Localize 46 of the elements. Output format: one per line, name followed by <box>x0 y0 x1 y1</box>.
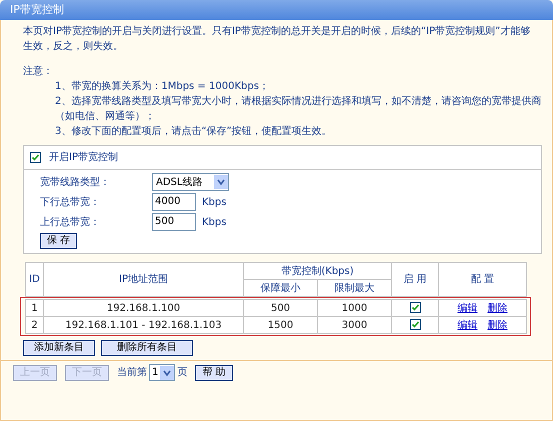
unit-label: Kbps <box>202 196 226 210</box>
page-select[interactable]: 1 <box>149 364 176 381</box>
notice-heading: 注意： <box>23 64 54 79</box>
edit-link[interactable]: 编辑 <box>458 302 478 314</box>
column-header: 启 用 <box>392 262 439 296</box>
edit-link[interactable]: 编辑 <box>458 320 478 330</box>
save-button[interactable]: 保 存 <box>40 233 78 249</box>
notice-item: 3、修改下面的配置项后，请点击“保存”按钮，使配置项生效。 <box>54 124 333 139</box>
column-header: 带宽控制(Kbps) <box>244 262 392 280</box>
enabled-checkbox[interactable] <box>410 319 420 330</box>
table-cell: 500 <box>244 300 318 316</box>
column-header: 限制最大 <box>318 280 392 296</box>
delete-link[interactable]: 删除 <box>488 302 508 314</box>
checkbox-label: 开启IP带宽控制 <box>49 150 118 165</box>
field-label: 上行总带宽： <box>40 216 101 230</box>
bandwidth-input[interactable]: 500 <box>152 213 196 231</box>
caret-icon <box>160 366 174 380</box>
caret-icon <box>214 175 228 189</box>
table-cell: 1 <box>26 300 44 316</box>
field-label: 下行总带宽： <box>40 196 101 210</box>
window-title: IP带宽控制 <box>0 0 553 20</box>
table-cell: 3000 <box>318 316 392 334</box>
intro-paragraph: 本页对IP带宽控制的开启与关闭进行设置。只有IP带宽控制的总开关是开启的时候，后续的“IP带宽控制规则”才能够生效，反之，则失效。 <box>23 24 532 54</box>
table-cell: 2 <box>26 316 44 334</box>
page-suffix: 页 <box>177 366 188 380</box>
enabled-checkbox[interactable] <box>410 302 420 314</box>
bandwidth-input[interactable]: 4000 <box>152 193 196 211</box>
action-button[interactable]: 添加新条目 <box>23 340 95 356</box>
column-header: IP地址范围 <box>44 262 244 296</box>
table-cell: 1000 <box>318 300 392 316</box>
unit-label: Kbps <box>202 216 226 230</box>
notice-item: 2、选择宽带线路类型及填写带宽大小时，请根据实际情况进行选择和填写，如不清楚，请咨询您的宽带提供商（如电信、网通等）； <box>54 94 542 124</box>
table-cell: 1500 <box>244 316 318 334</box>
table-cell: 192.168.1.100 <box>44 300 244 316</box>
column-header: 保障最小 <box>244 280 318 296</box>
table-cell: 192.168.1.101 - 192.168.1.103 <box>44 316 244 334</box>
line-type-select[interactable]: ADSL线路 <box>152 173 229 191</box>
enable-checkbox[interactable] <box>30 152 41 163</box>
column-header: ID <box>26 262 44 296</box>
column-header: 配 置 <box>438 262 527 296</box>
help-button[interactable]: 帮 助 <box>195 364 233 380</box>
page-prefix: 当前第 <box>117 366 147 380</box>
delete-link[interactable]: 删除 <box>488 320 508 330</box>
action-button[interactable]: 删除所有条目 <box>101 340 193 356</box>
field-label: 宽带线路类型： <box>40 176 111 190</box>
notice-item: 1、带宽的换算关系为：1Mbps = 1000Kbps； <box>54 80 270 94</box>
